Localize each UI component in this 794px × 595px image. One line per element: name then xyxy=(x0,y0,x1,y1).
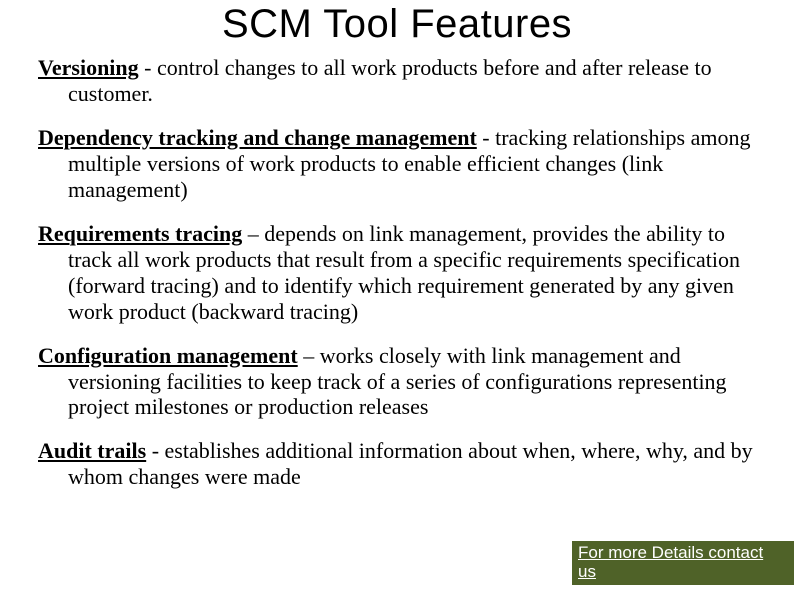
feature-term: Configuration management xyxy=(38,343,298,368)
contact-line1: For more Details contact xyxy=(578,543,763,562)
contact-link[interactable]: For more Details contact us xyxy=(572,541,794,585)
feature-term: Requirements tracing xyxy=(38,221,242,246)
feature-versioning: Versioning - control changes to all work… xyxy=(38,55,756,107)
feature-sep: - xyxy=(146,438,164,463)
feature-term: Dependency tracking and change managemen… xyxy=(38,125,477,150)
feature-sep: - xyxy=(477,125,495,150)
feature-sep: - xyxy=(139,55,157,80)
feature-desc: establishes additional information about… xyxy=(68,438,753,489)
feature-dependency-tracking: Dependency tracking and change managemen… xyxy=(38,125,756,203)
feature-term: Audit trails xyxy=(38,438,146,463)
feature-desc: control changes to all work products bef… xyxy=(68,55,712,106)
slide-body: Versioning - control changes to all work… xyxy=(0,55,794,490)
feature-term: Versioning xyxy=(38,55,139,80)
contact-line2: us xyxy=(578,562,596,581)
feature-sep: – xyxy=(242,221,264,246)
slide-title: SCM Tool Features xyxy=(0,2,794,47)
feature-sep: – xyxy=(298,343,320,368)
feature-configuration-management: Configuration management – works closely… xyxy=(38,343,756,421)
slide: SCM Tool Features Versioning - control c… xyxy=(0,2,794,595)
feature-audit-trails: Audit trails - establishes additional in… xyxy=(38,438,756,490)
feature-requirements-tracing: Requirements tracing – depends on link m… xyxy=(38,221,756,325)
